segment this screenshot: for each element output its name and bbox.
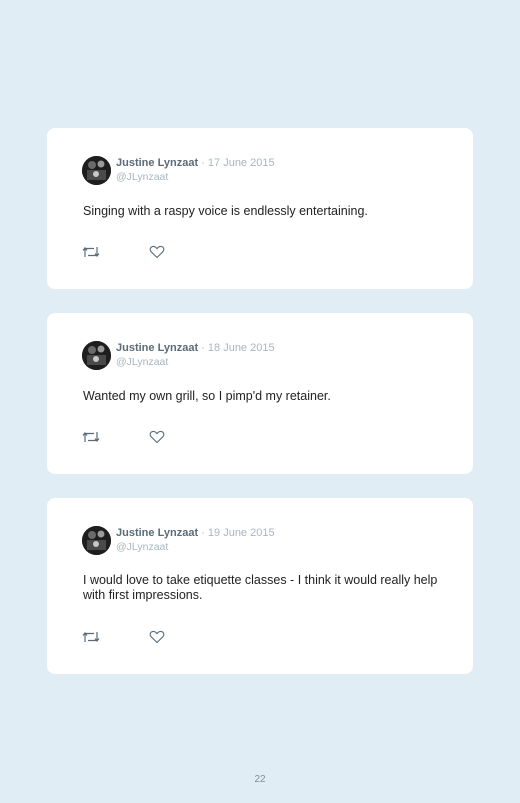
tweet-header: Justine Lynzaat · 18 June 2015 [116,342,275,354]
author-handle[interactable]: @JLynzaat [116,541,168,553]
heart-icon[interactable] [149,630,169,646]
tweet-date[interactable]: 18 June 2015 [208,342,275,354]
author-name[interactable]: Justine Lynzaat [116,157,198,169]
page-number: 22 [254,774,266,785]
tweet-header: Justine Lynzaat · 17 June 2015 [116,157,275,169]
page: Justine Lynzaat · 17 June 2015 @JLynzaat… [0,0,520,803]
avatar[interactable] [82,156,111,185]
author-handle[interactable]: @JLynzaat [116,171,168,183]
avatar[interactable] [82,341,111,370]
retweet-icon[interactable] [82,245,102,261]
separator: · [198,157,208,169]
author-name[interactable]: Justine Lynzaat [116,527,198,539]
separator: · [198,342,208,354]
tweet-card: Justine Lynzaat · 18 June 2015 @JLynzaat… [47,313,473,474]
tweet-date[interactable]: 17 June 2015 [208,157,275,169]
tweet-card: Justine Lynzaat · 19 June 2015 @JLynzaat… [47,498,473,674]
tweet-date[interactable]: 19 June 2015 [208,527,275,539]
tweet-text: I would love to take etiquette classes -… [83,573,438,602]
author-handle[interactable]: @JLynzaat [116,356,168,368]
retweet-icon[interactable] [82,630,102,646]
tweet-text: Singing with a raspy voice is endlessly … [83,204,368,218]
author-name[interactable]: Justine Lynzaat [116,342,198,354]
heart-icon[interactable] [149,430,169,446]
avatar[interactable] [82,526,111,555]
tweet-card: Justine Lynzaat · 17 June 2015 @JLynzaat… [47,128,473,289]
retweet-icon[interactable] [82,430,102,446]
tweet-text: Wanted my own grill, so I pimp'd my reta… [83,389,331,403]
separator: · [198,527,208,539]
tweet-header: Justine Lynzaat · 19 June 2015 [116,527,275,539]
heart-icon[interactable] [149,245,169,261]
